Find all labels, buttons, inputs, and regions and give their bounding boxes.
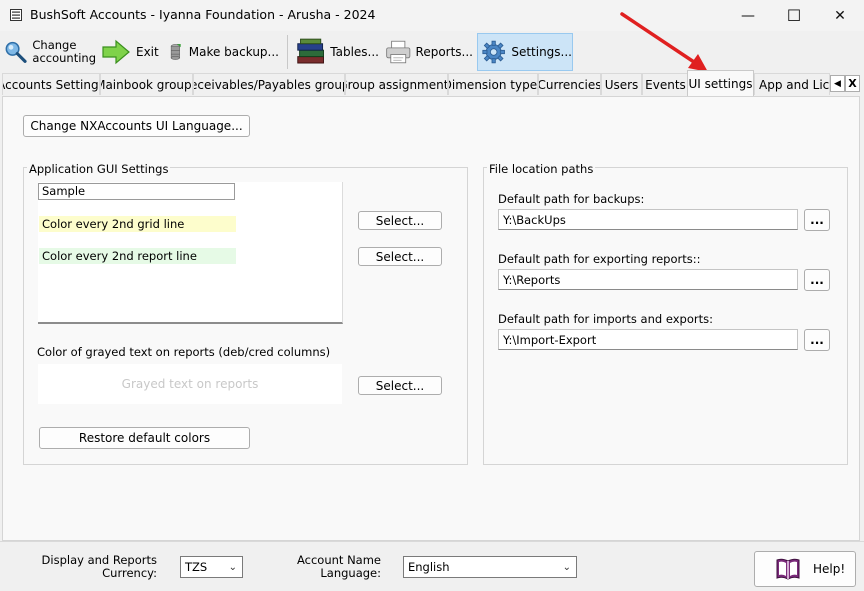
bottom-bar: Display and Reports Currency: TZS ⌄ Acco… — [0, 541, 864, 591]
maximize-button[interactable]: ☐ — [771, 0, 817, 31]
gear-icon — [482, 40, 505, 64]
change-language-button[interactable]: Change NXAccounts UI Language... — [23, 115, 250, 137]
reports-path-input[interactable]: Y:\Reports — [498, 269, 798, 290]
tab-accounts-settings[interactable]: Accounts Settings — [2, 73, 100, 95]
exit-label: Exit — [136, 45, 159, 59]
language-label: Account Name Language: — [290, 554, 381, 580]
magnifier-icon — [5, 41, 27, 63]
tab-users[interactable]: Users — [601, 73, 642, 95]
currency-label-line2: Currency: — [102, 566, 157, 580]
grid-line-color-sample: Color every 2nd grid line — [39, 216, 236, 232]
tab-receivables-payables-groups[interactable]: Receivables/Payables groups — [193, 73, 345, 95]
imports-path-label: Default path for imports and exports: — [498, 312, 713, 326]
currency-select[interactable]: TZS ⌄ — [180, 556, 243, 578]
select-report-color-button[interactable]: Select... — [358, 247, 442, 266]
chevron-down-icon: ⌄ — [228, 562, 237, 573]
make-backup-button[interactable]: Make backup... — [169, 33, 279, 71]
reports-label: Reports... — [415, 45, 473, 59]
book-icon — [776, 558, 800, 580]
tab-scroll-left-button[interactable]: ◀ — [830, 75, 845, 92]
books-icon — [297, 38, 324, 64]
window-title: BushSoft Accounts - Iyanna Foundation - … — [30, 7, 376, 22]
minimize-button[interactable]: — — [725, 0, 771, 31]
language-select-value: English — [408, 560, 450, 574]
browse-imports-button[interactable]: ... — [804, 329, 830, 351]
tab-app-and-license[interactable]: App and Licens — [754, 73, 830, 95]
help-label: Help! — [813, 562, 846, 576]
tab-ui-settings[interactable]: UI settings — [687, 70, 754, 96]
tab-currencies[interactable]: Currencies — [538, 73, 601, 95]
tab-dimension-types[interactable]: Dimension types — [448, 73, 538, 95]
select-grid-color-button[interactable]: Select... — [358, 211, 442, 230]
tables-label: Tables... — [330, 45, 379, 59]
help-button[interactable]: Help! — [754, 551, 856, 587]
tables-button[interactable]: Tables... — [295, 33, 379, 71]
tab-events[interactable]: Events — [642, 73, 689, 95]
currency-label: Display and Reports Currency: — [40, 554, 157, 580]
tab-mainbook-groups[interactable]: Mainbook groups — [100, 73, 193, 95]
settings-button[interactable]: Settings... — [477, 33, 573, 71]
title-bar: BushSoft Accounts - Iyanna Foundation - … — [0, 0, 864, 31]
tab-group-assignments[interactable]: Group assignments — [345, 73, 448, 95]
make-backup-label: Make backup... — [188, 45, 279, 59]
database-icon — [170, 44, 181, 60]
toolbar: Change accounting Exit Make backup... Ta… — [0, 31, 864, 73]
close-tab-button[interactable]: X — [845, 75, 860, 92]
app-icon — [10, 9, 22, 21]
close-window-button[interactable]: ✕ — [817, 0, 863, 31]
reports-path-label: Default path for exporting reports:: — [498, 252, 701, 266]
grayed-text-sample: Grayed text on reports — [38, 364, 342, 404]
report-line-color-sample: Color every 2nd report line — [39, 248, 236, 264]
exit-button[interactable]: Exit — [101, 33, 163, 71]
backups-path-input[interactable]: Y:\BackUps — [498, 209, 798, 230]
grayed-text-label: Color of grayed text on reports (deb/cre… — [37, 345, 331, 359]
tab-strip: Accounts Settings Mainbook groups Receiv… — [0, 70, 864, 96]
browse-reports-button[interactable]: ... — [804, 269, 830, 291]
language-label-line2: Language: — [320, 566, 381, 580]
language-select[interactable]: English ⌄ — [403, 556, 577, 578]
file-paths-title: File location paths — [487, 162, 596, 176]
imports-path-input[interactable]: Y:\Import-Export — [498, 329, 798, 350]
printer-icon — [386, 40, 411, 64]
toolbar-separator — [287, 35, 288, 69]
color-sample-box: Sample Color every 2nd grid line Color e… — [38, 182, 343, 324]
reports-button[interactable]: Reports... — [385, 33, 473, 71]
select-grayed-color-button[interactable]: Select... — [358, 376, 442, 395]
change-accounting-button[interactable]: Change accounting — [4, 33, 96, 71]
chevron-down-icon: ⌄ — [562, 562, 571, 573]
settings-label: Settings... — [511, 45, 572, 59]
sample-header: Sample — [38, 183, 235, 200]
currency-select-value: TZS — [185, 560, 208, 574]
change-accounting-line2: accounting — [32, 51, 96, 65]
ui-settings-panel: Change NXAccounts UI Language... Applica… — [2, 96, 860, 541]
restore-default-colors-button[interactable]: Restore default colors — [39, 427, 250, 449]
backups-path-label: Default path for backups: — [498, 192, 645, 206]
browse-backups-button[interactable]: ... — [804, 209, 830, 231]
gui-settings-title: Application GUI Settings — [27, 162, 171, 176]
exit-arrow-icon — [102, 39, 130, 65]
